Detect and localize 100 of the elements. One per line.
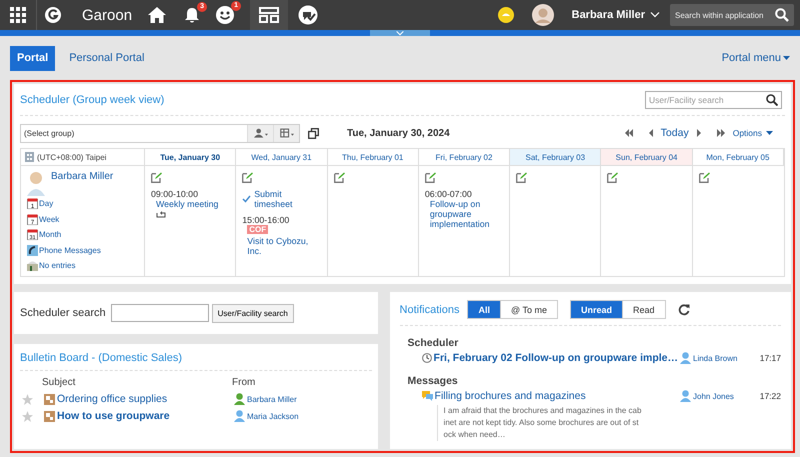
sender-link[interactable]: Barbara Miller: [247, 394, 297, 404]
user-name-link[interactable]: Barbara Miller: [51, 171, 114, 182]
layout-button[interactable]: [250, 0, 288, 30]
person-icon: [254, 128, 268, 138]
portal-tab[interactable]: Portal: [10, 46, 56, 70]
group-heading: Messages: [408, 375, 459, 387]
status-icon[interactable]: [498, 7, 514, 23]
group-heading: Scheduler: [408, 337, 460, 349]
user-link[interactable]: No entries: [39, 261, 76, 270]
panel-title[interactable]: Bulletin Board - (Domestic Sales): [20, 352, 372, 371]
speech-bubbles-icon: [422, 391, 433, 401]
user-link[interactable]: Day: [39, 199, 54, 208]
facility-picker-button[interactable]: [273, 124, 299, 142]
event-link[interactable]: Visit to Cybozu, Inc.: [247, 236, 321, 256]
day-header[interactable]: Thu, February 01: [342, 152, 404, 162]
user-link[interactable]: Week: [39, 214, 60, 224]
refresh-icon[interactable]: [678, 304, 690, 316]
avatar-icon: [532, 4, 554, 26]
group-select-value: (Select group): [23, 128, 76, 138]
bell-icon[interactable]: [184, 6, 200, 24]
new-entry-icon[interactable]: [516, 172, 528, 183]
sender-link[interactable]: Maria Jackson: [247, 412, 299, 420]
timezone-label: (UTC+08:00) Taipei: [37, 152, 106, 162]
notification-time: 17:17: [758, 353, 781, 363]
event-link[interactable]: Follow-up on groupware implementation: [430, 199, 504, 229]
star-icon[interactable]: [22, 394, 33, 404]
notification-link[interactable]: Filling brochures and magazines: [434, 390, 678, 402]
search-label: Scheduler search: [20, 307, 106, 319]
event-time: 06:00-07:00: [424, 189, 473, 199]
panel-title[interactable]: Scheduler (Group week view): [20, 94, 164, 106]
search-field[interactable]: Search within application: [670, 4, 794, 26]
user-facility-search-field[interactable]: User/Facility search: [645, 91, 782, 109]
double-left-icon[interactable]: [624, 129, 633, 137]
search-input[interactable]: [110, 304, 209, 322]
apps-menu-icon[interactable]: [10, 7, 26, 23]
chevron-down-icon: [650, 12, 660, 18]
event-tag: COF: [247, 225, 268, 234]
presence-icon: [27, 260, 38, 272]
user-link[interactable]: Month: [39, 230, 62, 240]
current-date: Tue, January 30, 2024: [347, 128, 450, 138]
collapse-handle[interactable]: [370, 30, 430, 36]
copy-icon[interactable]: [308, 128, 319, 138]
notification-link[interactable]: Fri, February 02 Follow-up on groupware imple…: [434, 352, 678, 364]
user-picker-button[interactable]: [247, 124, 273, 142]
group-select[interactable]: (Select group): [20, 124, 300, 142]
filter-tab[interactable]: Unread: [570, 301, 622, 318]
smiley-icon[interactable]: [216, 6, 234, 24]
user-icon: [680, 352, 691, 364]
search-icon: [766, 94, 778, 106]
user-link[interactable]: Phone Messages: [39, 246, 101, 255]
todo-link[interactable]: Submit timesheet: [254, 189, 321, 209]
chevron-down-icon: [395, 30, 405, 36]
today-link[interactable]: Today: [660, 127, 689, 139]
new-entry-icon[interactable]: [242, 172, 254, 183]
subject-link[interactable]: How to use groupware: [57, 410, 170, 422]
right-icon[interactable]: [696, 129, 701, 137]
new-entry-icon[interactable]: [424, 172, 436, 183]
day-header[interactable]: Fri, February 02: [436, 152, 492, 162]
message-preview: I am afraid that the brochures and magazines in the cab inet are not kept tidy. Also some brochures are out of st ock when need…: [436, 405, 649, 441]
new-entry-icon[interactable]: [334, 172, 345, 183]
grid-icon: [280, 128, 294, 138]
user-facility-search-button[interactable]: User/Facility search: [212, 304, 294, 322]
checkmark-icon: [242, 195, 252, 203]
event-link[interactable]: Weekly meeting: [156, 199, 218, 209]
new-entry-icon[interactable]: [151, 172, 162, 183]
sender-link[interactable]: John Jones: [693, 392, 734, 400]
thread-icon: [44, 394, 55, 404]
app-logo[interactable]: Garoon: [82, 6, 132, 24]
search-icon: [775, 8, 789, 22]
logo-icon: [45, 7, 61, 23]
new-entry-icon[interactable]: [698, 172, 710, 183]
filter-tab[interactable]: All: [468, 301, 500, 318]
column-header: Subject: [42, 377, 76, 388]
chat-check-icon[interactable]: [298, 5, 318, 25]
star-icon[interactable]: [22, 410, 33, 422]
double-right-icon[interactable]: [716, 129, 725, 137]
avatar-icon: [27, 170, 45, 196]
user-icon: [680, 390, 691, 402]
caret-down-icon: [783, 56, 790, 60]
home-icon[interactable]: [148, 7, 166, 23]
subject-link[interactable]: Ordering office supplies: [57, 393, 168, 405]
notification-time: 17:22: [758, 391, 781, 401]
day-header[interactable]: Tue, January 30: [160, 152, 220, 162]
event-time: 15:00-16:00: [242, 215, 290, 225]
caret-down-icon: [766, 131, 773, 135]
portal-tab[interactable]: Personal Portal: [61, 46, 152, 70]
left-icon[interactable]: [648, 129, 653, 137]
user-menu[interactable]: Barbara Miller: [572, 9, 645, 21]
day-header[interactable]: Mon, February 05: [706, 152, 770, 162]
new-entry-icon[interactable]: [607, 172, 618, 183]
day-header[interactable]: Wed, January 31: [251, 152, 312, 162]
panel-title[interactable]: Notifications: [400, 304, 460, 316]
event-time: 09:00-10:00: [151, 189, 199, 199]
layout-icon: [259, 7, 280, 23]
options-menu[interactable]: Options: [732, 128, 762, 138]
building-icon: [25, 152, 34, 162]
portal-menu[interactable]: Portal menu: [722, 52, 781, 64]
clock-icon: [422, 353, 432, 363]
sender-link[interactable]: Linda Brown: [693, 354, 738, 362]
phone-icon: [27, 244, 38, 256]
